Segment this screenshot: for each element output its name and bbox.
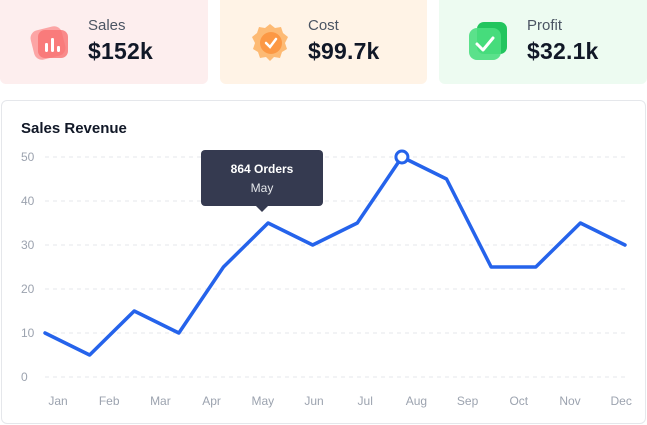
x-tick-label: Sep: [457, 394, 479, 408]
badge-icon: [252, 24, 288, 61]
sales-label: Sales: [88, 17, 126, 34]
x-tick-label: Jun: [304, 394, 323, 408]
x-tick-label: Oct: [509, 394, 528, 408]
x-tick-label: Feb: [99, 394, 120, 408]
chart-tooltip: 864 Orders May: [201, 150, 323, 212]
cost-label: Cost: [308, 17, 339, 34]
x-tick-label: Apr: [202, 394, 221, 408]
line-chart: 0 10 20 30 40 50 Jan Feb Mar Apr May Jun Jul Aug Sep Oc…: [21, 149, 632, 408]
profit-value: $32.1k: [527, 38, 599, 64]
x-tick-label: Nov: [559, 394, 580, 408]
highlight-point: [394, 149, 410, 165]
x-tick-label: May: [251, 394, 274, 408]
profit-label: Profit: [527, 17, 563, 34]
x-tick-label: Mar: [150, 394, 171, 408]
stats-row: Sales $152k Cost $99.7k Profit $32.1k: [0, 0, 647, 84]
cost-card[interactable]: Cost $99.7k: [220, 0, 427, 84]
x-tick-label: Jan: [48, 394, 67, 408]
y-tick-label: 50: [21, 150, 35, 164]
cost-value: $99.7k: [308, 38, 380, 64]
y-tick-label: 30: [21, 238, 35, 252]
sales-card[interactable]: Sales $152k: [0, 0, 208, 84]
series-line: [43, 155, 627, 357]
y-tick-label: 40: [21, 194, 35, 208]
sales-revenue-card: Sales Revenue 0 10 20 30 40 50 Jan Feb Mar Apr May…: [1, 100, 646, 424]
x-tick-label: Jul: [358, 394, 373, 408]
y-tick-label: 10: [21, 326, 35, 340]
x-tick-label: Aug: [406, 394, 427, 408]
profit-card[interactable]: Profit $32.1k: [439, 0, 647, 84]
y-tick-label: 0: [21, 370, 28, 384]
y-tick-label: 20: [21, 282, 35, 296]
sales-value: $152k: [88, 38, 153, 64]
bar-chart-icon: [30, 26, 68, 60]
check-icon: [469, 22, 507, 60]
tooltip-subtitle: May: [250, 181, 274, 195]
x-tick-label: Dec: [611, 394, 632, 408]
tooltip-title: 864 Orders: [230, 162, 294, 176]
